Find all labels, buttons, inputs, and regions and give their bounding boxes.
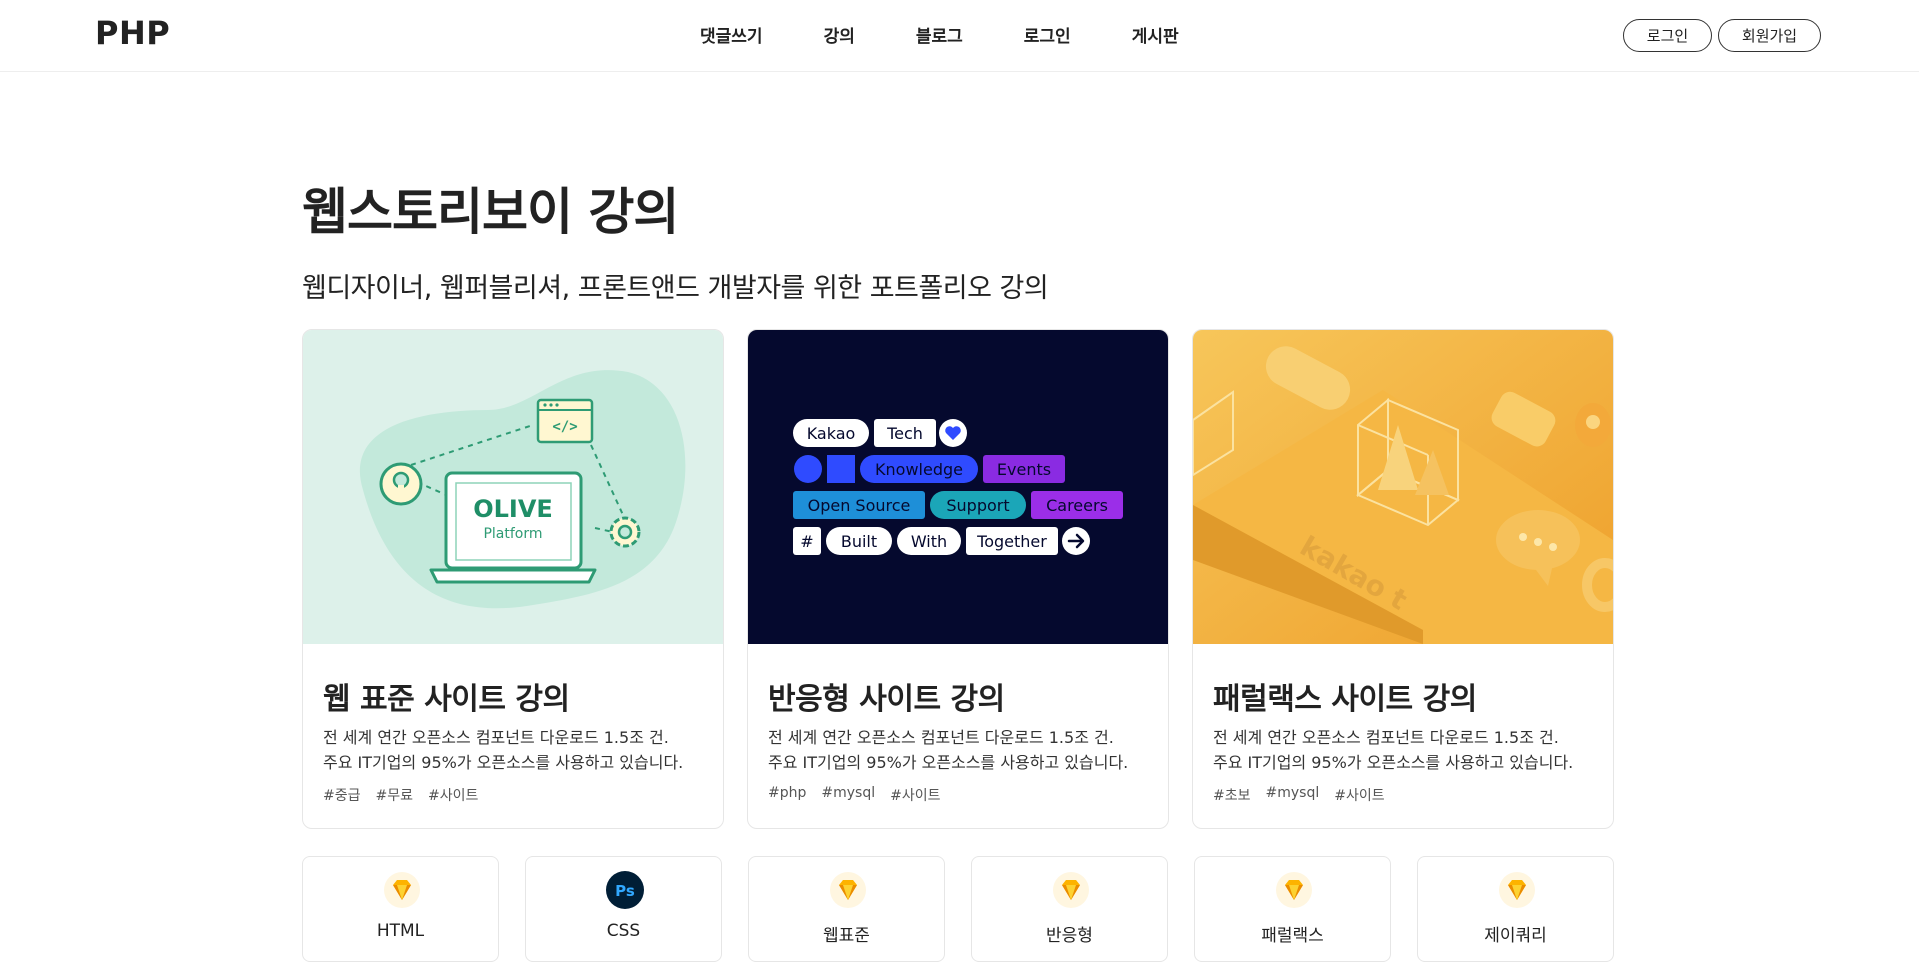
page-subtitle: 웹디자이너, 웹퍼블리셔, 프론트앤드 개발자를 위한 포트폴리오 강의 xyxy=(302,273,1049,304)
card-image-kakao-tech: Kakao Tech Knowledge Events Open Source … xyxy=(748,330,1168,644)
card-tags: #초보 #mysql #사이트 xyxy=(1213,785,1400,805)
card-tags: #중급 #무료 #사이트 xyxy=(323,785,493,805)
card-desc-line: 전 세계 연간 오픈소스 컴포넌트 다운로드 1.5조 건. xyxy=(1213,728,1559,747)
category-responsive[interactable]: 반응형 xyxy=(971,856,1168,962)
kakao-tech-illustration: Kakao Tech Knowledge Events Open Source … xyxy=(748,330,1168,644)
category-label: 패럴랙스 xyxy=(1261,926,1324,946)
gear-icon xyxy=(609,516,641,548)
card-title[interactable]: 웹 표준 사이트 강의 xyxy=(323,674,570,718)
nav-item-board[interactable]: 게시판 xyxy=(1132,22,1179,47)
svg-text:Events: Events xyxy=(997,460,1051,479)
category-html[interactable]: HTML xyxy=(302,856,499,962)
page-title: 웹스토리보이 강의 xyxy=(302,183,679,241)
tag[interactable]: #무료 xyxy=(376,785,414,805)
login-button[interactable]: 로그인 xyxy=(1623,19,1712,52)
category-jquery[interactable]: 제이쿼리 xyxy=(1417,856,1614,962)
svg-text:Built: Built xyxy=(841,532,877,551)
card-desc-line: 주요 IT기업의 95%가 오픈소스를 사용하고 있습니다. xyxy=(768,753,1129,772)
nav-item-comments[interactable]: 댓글쓰기 xyxy=(700,22,763,47)
card-title[interactable]: 반응형 사이트 강의 xyxy=(768,674,1005,718)
svg-text:Tech: Tech xyxy=(886,424,923,443)
sketch-gem-icon xyxy=(1276,872,1312,908)
photoshop-icon: Ps xyxy=(606,871,644,909)
site-logo[interactable]: PHP xyxy=(95,14,170,52)
svg-text:Knowledge: Knowledge xyxy=(875,460,963,479)
tag[interactable]: #초보 xyxy=(1213,785,1251,805)
category-label: 웹표준 xyxy=(823,926,870,946)
open-source-icon xyxy=(379,462,423,506)
tag[interactable]: #mysql xyxy=(1266,785,1320,805)
sketch-gem-icon xyxy=(1053,872,1089,908)
tag[interactable]: #사이트 xyxy=(428,785,478,805)
category-label: HTML xyxy=(376,921,425,941)
card-title[interactable]: 패럴랙스 사이트 강의 xyxy=(1213,674,1477,718)
olive-platform-illustration: </> OLIVE Platform xyxy=(303,330,723,644)
category-label: CSS xyxy=(606,921,641,941)
tag[interactable]: #mysql xyxy=(821,785,875,805)
svg-text:With: With xyxy=(911,532,947,551)
kakao-t-3d-illustration: kakao t xyxy=(1193,330,1613,644)
course-card-parallax[interactable]: kakao t 패럴랙스 사이트 강의 전 세계 연간 오픈소스 컴포넌트 다운… xyxy=(1192,329,1614,829)
svg-text:Kakao: Kakao xyxy=(807,424,856,443)
card-image-olive-platform: </> OLIVE Platform xyxy=(303,330,723,644)
nav-item-lectures[interactable]: 강의 xyxy=(824,22,855,47)
svg-text:Together: Together xyxy=(976,532,1047,551)
card-image-kakao-t: kakao t xyxy=(1193,330,1613,644)
category-label: 제이쿼리 xyxy=(1484,926,1547,946)
map-pin-icon xyxy=(1575,403,1611,447)
card-description: 전 세계 연간 오픈소스 컴포넌트 다운로드 1.5조 건. 주요 IT기업의 … xyxy=(323,725,683,775)
svg-text:</>: </> xyxy=(552,419,577,435)
nav-item-blog[interactable]: 블로그 xyxy=(916,22,963,47)
code-window-icon: </> xyxy=(536,398,594,444)
main-nav: 댓글쓰기 강의 블로그 로그인 게시판 xyxy=(700,22,1179,47)
svg-text:Careers: Careers xyxy=(1046,496,1108,515)
sketch-gem-icon xyxy=(1499,872,1535,908)
svg-text:Open Source: Open Source xyxy=(808,496,911,515)
laptop-icon: OLIVE Platform xyxy=(429,471,597,584)
category-web-standard[interactable]: 웹표준 xyxy=(748,856,945,962)
svg-text:OLIVE: OLIVE xyxy=(473,495,553,523)
card-desc-line: 주요 IT기업의 95%가 오픈소스를 사용하고 있습니다. xyxy=(323,753,684,772)
svg-text:Ps: Ps xyxy=(615,882,635,900)
svg-text:#: # xyxy=(800,532,813,551)
site-header: PHP 댓글쓰기 강의 블로그 로그인 게시판 로그인 회원가입 xyxy=(0,0,1919,72)
svg-text:Support: Support xyxy=(946,496,1009,515)
card-tags: #php #mysql #사이트 xyxy=(768,785,956,805)
card-description: 전 세계 연간 오픈소스 컴포넌트 다운로드 1.5조 건. 주요 IT기업의 … xyxy=(1213,725,1573,775)
course-card-web-standard[interactable]: </> OLIVE Platform 웹 표준 사이트 강의 전 세계 연간 오… xyxy=(302,329,724,829)
tag[interactable]: #중급 xyxy=(323,785,361,805)
card-desc-line: 주요 IT기업의 95%가 오픈소스를 사용하고 있습니다. xyxy=(1213,753,1574,772)
card-description: 전 세계 연간 오픈소스 컴포넌트 다운로드 1.5조 건. 주요 IT기업의 … xyxy=(768,725,1128,775)
signup-button[interactable]: 회원가입 xyxy=(1718,19,1821,52)
tag[interactable]: #사이트 xyxy=(1334,785,1384,805)
course-card-responsive[interactable]: Kakao Tech Knowledge Events Open Source … xyxy=(747,329,1169,829)
card-desc-line: 전 세계 연간 오픈소스 컴포넌트 다운로드 1.5조 건. xyxy=(323,728,669,747)
nav-item-login[interactable]: 로그인 xyxy=(1024,22,1071,47)
tag[interactable]: #사이트 xyxy=(890,785,940,805)
category-parallax[interactable]: 패럴랙스 xyxy=(1194,856,1391,962)
sketch-gem-icon xyxy=(384,872,420,908)
category-label: 반응형 xyxy=(1046,926,1093,946)
card-desc-line: 전 세계 연간 오픈소스 컴포넌트 다운로드 1.5조 건. xyxy=(768,728,1114,747)
sketch-gem-icon xyxy=(830,872,866,908)
tag[interactable]: #php xyxy=(768,785,806,805)
svg-text:Platform: Platform xyxy=(483,526,542,542)
category-css[interactable]: Ps CSS xyxy=(525,856,722,962)
